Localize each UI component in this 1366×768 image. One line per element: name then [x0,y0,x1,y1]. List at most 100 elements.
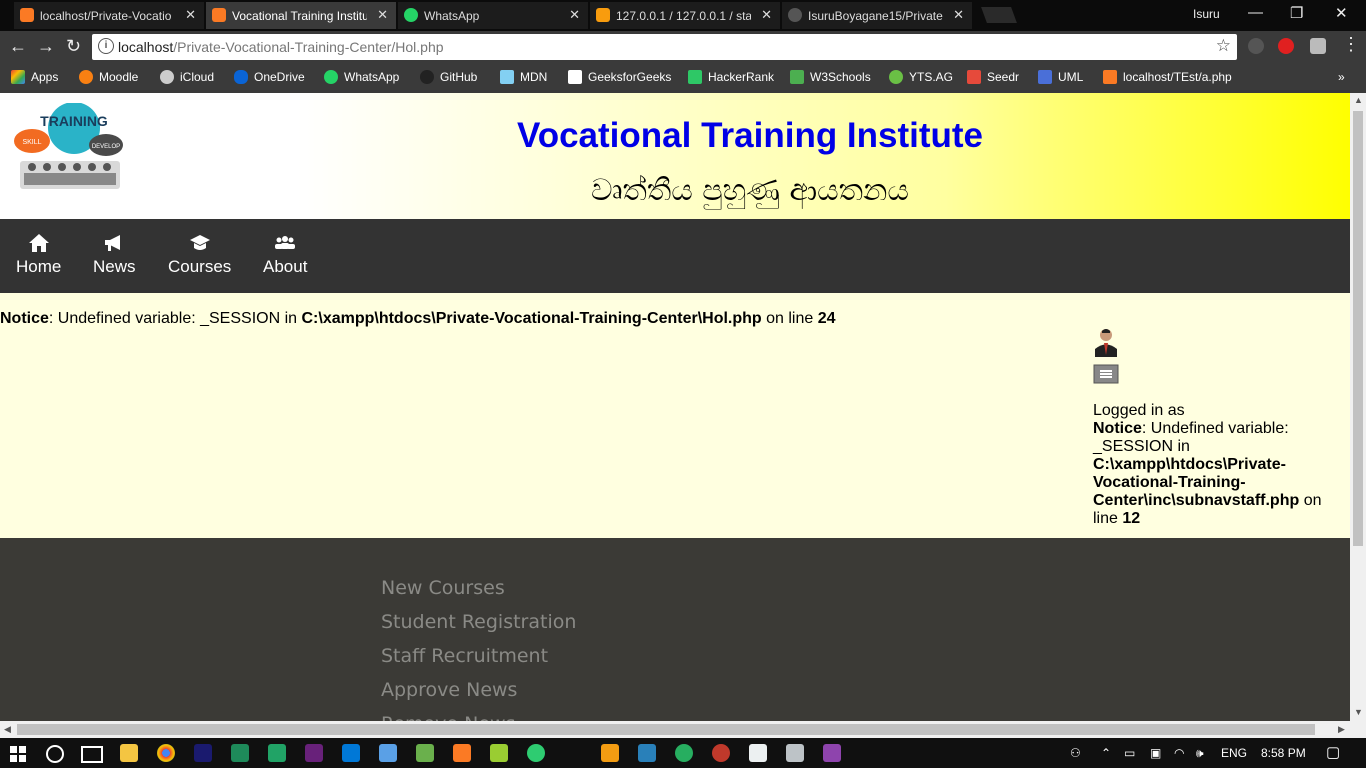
forward-icon[interactable]: → [37,36,55,57]
bookmark-whatsapp[interactable]: WhatsApp [324,70,399,84]
bookmark-yts[interactable]: YTS.AG [889,70,953,84]
tray-icon[interactable]: ▣ [1150,746,1161,760]
bookmark-github[interactable]: GitHub [420,70,477,84]
xampp-icon [1103,70,1117,84]
adblock-icon[interactable] [1278,38,1294,54]
virtualbox-icon[interactable] [379,744,397,762]
battery-icon[interactable]: ▭ [1124,746,1135,760]
cortana-icon[interactable] [46,745,64,763]
menu-list-icon[interactable] [1093,364,1119,384]
nav-courses[interactable]: Courses [168,233,231,277]
bookmark-label: HackerRank [708,70,775,84]
media-player-icon[interactable] [638,744,656,762]
windows-start-icon[interactable] [10,746,26,762]
bookmark-seedr[interactable]: Seedr [967,70,1019,84]
url-text[interactable]: localhost/Private-Vocational-Training-Ce… [118,39,444,55]
bookmark-apps[interactable]: Apps [11,70,58,84]
bookmark-moodle[interactable]: Moodle [79,70,138,84]
tab-vocational-training[interactable]: Vocational Training Institu ✕ [206,2,396,29]
bookmark-hackerrank[interactable]: HackerRank [688,70,774,84]
app-icon[interactable] [749,744,767,762]
volume-icon[interactable]: 🕪 [1196,746,1204,761]
pycharm-icon[interactable] [268,744,286,762]
notice-path: C:\xampp\htdocs\Private-Vocational-Train… [1093,456,1300,509]
app-icon[interactable] [527,744,545,762]
scroll-right-icon[interactable]: ▶ [1338,724,1345,735]
bookmark-w3schools[interactable]: W3Schools [790,70,871,84]
bookmark-star-icon[interactable]: ☆ [1216,36,1231,56]
close-icon[interactable]: ✕ [761,7,772,23]
minimize-icon[interactable]: — [1248,4,1263,21]
notepad-icon[interactable] [490,744,508,762]
bookmark-localhost-test[interactable]: localhost/TEst/a.php [1103,70,1232,84]
extension-icon[interactable] [1310,38,1326,54]
footer-link-student-registration[interactable]: Student Registration [381,611,576,633]
info-icon[interactable]: i [98,38,114,54]
bookmark-label: YTS.AG [909,70,954,84]
task-view-icon[interactable] [81,746,103,763]
xampp-icon[interactable] [453,744,471,762]
tab-whatsapp[interactable]: WhatsApp ✕ [398,2,588,29]
clock[interactable]: 8:58 PM [1261,746,1306,760]
clion-icon[interactable] [231,744,249,762]
tray-overflow-icon[interactable]: ⌃ [1101,746,1111,760]
people-icon[interactable]: ⚇ [1070,746,1081,760]
footer-link-remove-news[interactable]: Remove News [381,713,515,721]
tab-localhost[interactable]: localhost/Private-Vocatio ✕ [14,2,204,29]
app-icon[interactable] [823,744,841,762]
scroll-up-icon[interactable]: ▲ [1354,95,1363,105]
close-icon[interactable]: ✕ [377,7,388,23]
app-icon[interactable] [712,744,730,762]
notifications-icon[interactable]: ▢ [1326,743,1340,761]
nav-home[interactable]: Home [16,233,61,277]
scroll-left-icon[interactable]: ◀ [4,724,11,735]
scroll-down-icon[interactable]: ▼ [1354,707,1363,717]
tab-title: localhost/Private-Vocatio [40,8,172,23]
app-icon[interactable] [601,744,619,762]
file-explorer-icon[interactable] [120,744,138,762]
footer-link-staff-recruitment[interactable]: Staff Recruitment [381,645,548,667]
horizontal-scrollbar[interactable]: ◀ ▶ [0,721,1366,738]
restore-icon[interactable]: ❐ [1290,4,1303,22]
vscode-icon[interactable] [342,744,360,762]
window-close-icon[interactable]: ✕ [1335,4,1348,22]
extension-icon[interactable] [1248,38,1264,54]
footer-link-approve-news[interactable]: Approve News [381,679,517,701]
nav-news[interactable]: News [93,233,136,277]
tab-title: 127.0.0.1 / 127.0.0.1 / sta [616,8,751,23]
bookmark-icloud[interactable]: iCloud [160,70,214,84]
close-icon[interactable]: ✕ [185,7,196,23]
reload-icon[interactable]: ↻ [66,36,81,57]
language-indicator[interactable]: ENG [1221,746,1247,760]
bookmark-onedrive[interactable]: OneDrive [234,70,305,84]
intellij-icon[interactable] [194,744,212,762]
bookmark-uml[interactable]: UML [1038,70,1083,84]
wifi-icon[interactable]: ◠ [1174,746,1184,760]
close-icon[interactable]: ✕ [953,7,964,23]
bookmark-mdn[interactable]: MDN [500,70,547,84]
app-icon[interactable] [416,744,434,762]
new-tab-button[interactable] [981,7,1017,23]
bookmark-label: Moodle [99,70,139,84]
tab-phpmyadmin[interactable]: 127.0.0.1 / 127.0.0.1 / sta ✕ [590,2,780,29]
user-avatar-icon[interactable] [1093,327,1119,357]
address-bar[interactable]: i localhost/Private-Vocational-Training-… [92,34,1237,60]
php-notice: Notice: Undefined variable: _SESSION in … [0,310,836,328]
app-icon[interactable] [675,744,693,762]
vertical-scrollbar[interactable]: ▲ ▼ [1350,93,1366,721]
back-icon[interactable]: ← [9,36,27,57]
photos-icon[interactable] [786,744,804,762]
chrome-icon[interactable] [157,744,175,762]
tab-github[interactable]: IsuruBoyagane15/Private ✕ [782,2,972,29]
nav-about[interactable]: About [263,233,307,277]
close-icon[interactable]: ✕ [569,7,580,23]
bookmark-geeksforgeeks[interactable]: GeeksforGeeks [568,70,671,84]
visual-studio-icon[interactable] [305,744,323,762]
vertical-scroll-thumb[interactable] [1353,111,1363,546]
apple-icon [160,70,174,84]
profile-name[interactable]: Isuru [1193,7,1220,21]
bookmarks-overflow-icon[interactable]: » [1338,70,1345,84]
footer-link-new-courses[interactable]: New Courses [381,577,505,599]
menu-dots-icon[interactable]: ⋮ [1342,34,1360,55]
horizontal-scroll-thumb[interactable] [17,724,1315,735]
